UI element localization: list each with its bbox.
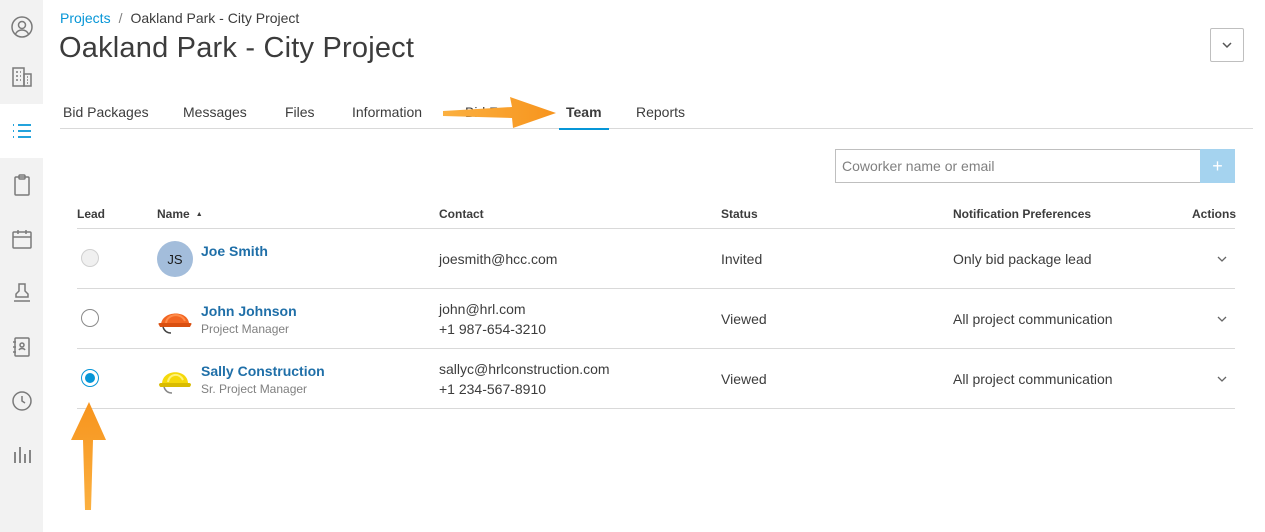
tab-bid-packages[interactable]: Bid Packages [63,104,149,129]
coworker-search-input[interactable] [835,149,1201,183]
column-header-actions: Actions [1192,207,1237,221]
chevron-down-icon[interactable] [1215,252,1229,266]
chevron-down-icon [1222,42,1232,49]
column-header-name-label: Name [157,207,190,221]
bar-chart-icon [13,447,31,463]
member-email: sallyc@hrlconstruction.com [439,361,610,377]
member-email: joesmith@hcc.com [439,251,558,267]
breadcrumb-projects-link[interactable]: Projects [60,10,111,26]
building-icon [11,67,32,87]
sidebar-item-companies[interactable] [0,50,43,104]
member-status: Viewed [721,311,767,327]
lead-radio[interactable] [81,369,99,387]
member-phone: +1 234-567-8910 [439,381,547,397]
lead-radio [81,249,99,267]
tab-bar: Bid Packages Messages Files Information … [60,96,1253,130]
column-header-lead: Lead [77,207,106,221]
tab-messages[interactable]: Messages [183,104,247,129]
lead-radio[interactable] [81,309,99,327]
page-title: Oakland Park - City Project [59,32,415,64]
member-name-link[interactable]: John Johnson [201,303,297,319]
tab-information[interactable]: Information [352,104,422,129]
sidebar-item-projects[interactable] [0,104,43,158]
list-icon [12,124,31,138]
tab-bid-forms[interactable]: Bid F [465,104,498,129]
project-menu-button[interactable] [1210,28,1244,62]
add-coworker-button[interactable]: + [1200,149,1235,183]
member-email: john@hrl.com [439,301,526,317]
tab-files[interactable]: Files [285,104,315,129]
member-status: Viewed [721,371,767,387]
column-header-notifications: Notification Preferences [953,207,1092,221]
yellow-hard-hat-avatar [159,372,191,394]
breadcrumb: Projects / Oakland Park - City Project [60,10,299,26]
avatar: JS [157,241,193,277]
sidebar-item-profile[interactable] [0,0,43,54]
table-row: JS Joe Smith joesmith@hcc.com Invited On… [0,229,1265,289]
sort-ascending-icon: ▲ [195,211,203,218]
column-header-contact: Contact [439,207,484,221]
column-header-name[interactable]: Name ▲ [157,207,203,221]
breadcrumb-separator: / [118,10,123,26]
member-name-link[interactable]: Sally Construction [201,363,325,379]
table-divider [77,408,1235,409]
tab-team[interactable]: Team [559,104,609,130]
chevron-down-icon[interactable] [1215,372,1229,386]
member-name-link[interactable]: Joe Smith [201,243,268,259]
member-role: Sr. Project Manager [201,382,308,396]
breadcrumb-current: Oakland Park - City Project [130,10,300,26]
member-status: Invited [721,251,763,267]
notification-preference: All project communication [953,311,1113,327]
orange-hard-hat-avatar [158,313,192,334]
notification-preference: All project communication [953,371,1113,387]
member-phone: +1 987-654-3210 [439,321,547,337]
column-header-status: Status [721,207,758,221]
table-row: Sally Construction Sr. Project Manager s… [0,349,1265,409]
chevron-down-icon[interactable] [1215,312,1229,326]
arrow-to-lead-radio [71,402,106,510]
tab-reports[interactable]: Reports [636,104,685,129]
sidebar-item-tasks[interactable] [0,158,43,212]
table-row: John Johnson Project Manager john@hrl.co… [0,289,1265,349]
member-role: Project Manager [201,322,290,336]
clipboard-icon [13,174,30,196]
user-circle-icon [10,16,33,38]
notification-preference: Only bid package lead [953,251,1092,267]
sidebar-item-reports[interactable] [0,428,43,482]
